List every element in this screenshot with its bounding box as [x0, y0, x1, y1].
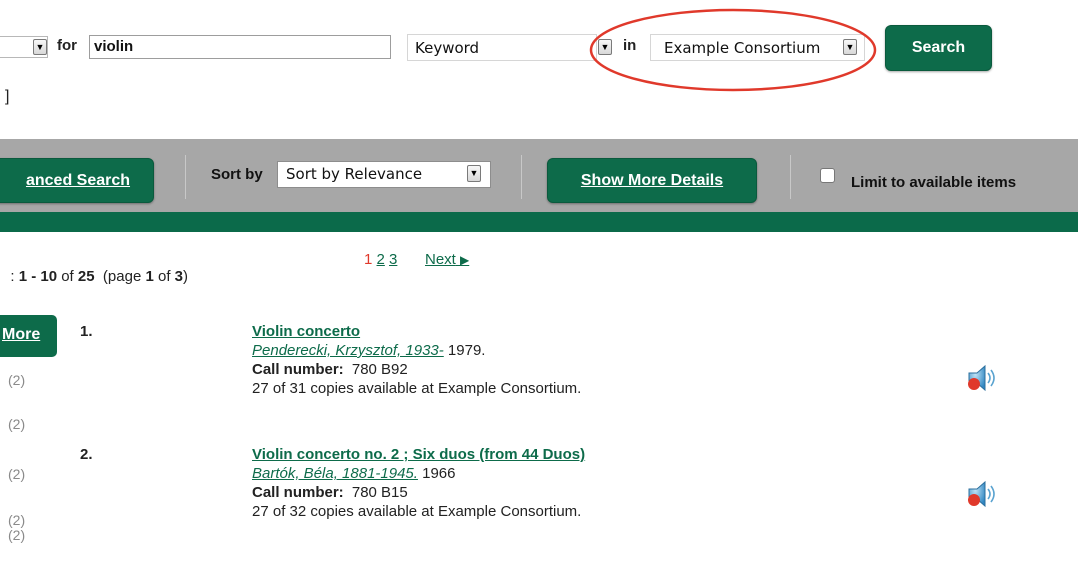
audio-recording-icon[interactable] — [966, 479, 1000, 509]
facet-more-label: More — [2, 326, 41, 343]
sort-selected: Sort by Relevance — [286, 165, 423, 183]
bracket-text: ] — [5, 88, 10, 105]
result-availability: 27 of 31 copies available at Example Con… — [252, 380, 582, 397]
facet-count: (2) — [8, 416, 26, 432]
summary-page-current: 1 — [145, 268, 154, 285]
search-button[interactable]: Search — [885, 25, 992, 71]
sort-label: Sort by — [211, 166, 263, 183]
call-number-value: 780 B15 — [351, 484, 408, 501]
sort-select[interactable]: Sort by Relevance — [277, 161, 491, 188]
result-author-link[interactable]: Bartók, Béla, 1881-1945. — [252, 465, 418, 482]
limit-available-label: Limit to available items — [851, 174, 1017, 191]
toolbar-divider — [185, 155, 186, 199]
search-query-input[interactable]: violin — [89, 35, 391, 59]
summary-of: of — [57, 268, 78, 285]
toolbar-green-stripe — [0, 212, 1078, 232]
audio-recording-icon[interactable] — [966, 363, 1000, 393]
result-number: 1. — [80, 323, 93, 340]
result-author-line: Penderecki, Krzysztof, 1933- 1979. — [252, 342, 485, 360]
advanced-search-button[interactable]: anced Search — [0, 158, 154, 203]
page-link-3[interactable]: 3 — [389, 251, 397, 268]
sort-dropdown-button[interactable]: ▼ — [467, 165, 481, 182]
result-title-link[interactable]: Violin concerto — [252, 323, 360, 340]
result-number: 2. — [80, 446, 93, 463]
result-author-link[interactable]: Penderecki, Krzysztof, 1933- — [252, 342, 444, 359]
search-button-label: Search — [911, 39, 966, 56]
show-more-details-label: Show More Details — [580, 172, 724, 189]
for-label: for — [57, 37, 77, 54]
page-links: 1 2 3 — [364, 251, 397, 268]
summary-prefix: : — [10, 268, 19, 285]
result-author-line: Bartók, Béla, 1881-1945. 1966 — [252, 465, 456, 483]
facet-count: (2) — [8, 512, 26, 528]
search-field-selected: Keyword — [415, 39, 480, 57]
facet-count: (2) — [8, 372, 26, 388]
show-more-details-button[interactable]: Show More Details — [547, 158, 757, 203]
summary-total: 25 — [77, 268, 95, 285]
chevron-down-icon: ▼ — [35, 42, 45, 52]
result-title-link[interactable]: Violin concerto no. 2 ; Six duos (from 4… — [252, 446, 585, 463]
result-availability: 27 of 32 copies available at Example Con… — [252, 503, 582, 520]
results-summary: : 1 - 10 of 25 (page 1 of 3) — [2, 251, 188, 285]
summary-page-total: 3 — [174, 268, 184, 285]
facet-more-button[interactable]: More — [0, 315, 57, 357]
chevron-down-icon: ▼ — [469, 168, 479, 178]
toolbar-divider — [521, 155, 522, 199]
toolbar-divider — [790, 155, 791, 199]
facet-count: (2) — [8, 527, 26, 543]
search-field-select[interactable]: Keyword — [407, 34, 597, 61]
facet-count: (2) — [8, 466, 26, 482]
search-type-dropdown-button[interactable]: ▼ — [33, 39, 47, 55]
annotation-circle — [589, 8, 877, 92]
next-page-label: Next — [425, 251, 456, 268]
limit-available-checkbox[interactable] — [820, 168, 835, 183]
result-year: 1979. — [443, 342, 486, 359]
search-query-value: violin — [94, 38, 134, 55]
summary-range: 1 - 10 — [18, 268, 58, 285]
summary-page-of: of — [153, 268, 175, 285]
result-call-number: Call number: 780 B15 — [252, 484, 408, 501]
summary-page-open: (page — [94, 268, 146, 285]
call-number-label: Call number: — [252, 361, 344, 378]
play-arrow-icon: ▶ — [460, 253, 470, 267]
page-link-current[interactable]: 1 — [364, 251, 372, 268]
result-call-number: Call number: 780 B92 — [252, 361, 408, 378]
result-year: 1966 — [417, 465, 456, 482]
advanced-search-label: anced Search — [25, 172, 131, 189]
next-page-link[interactable]: Next ▶ — [425, 251, 469, 268]
call-number-label: Call number: — [252, 484, 344, 501]
page-link-2[interactable]: 2 — [377, 251, 385, 268]
summary-page-close: ) — [183, 268, 189, 285]
call-number-value: 780 B92 — [351, 361, 408, 378]
